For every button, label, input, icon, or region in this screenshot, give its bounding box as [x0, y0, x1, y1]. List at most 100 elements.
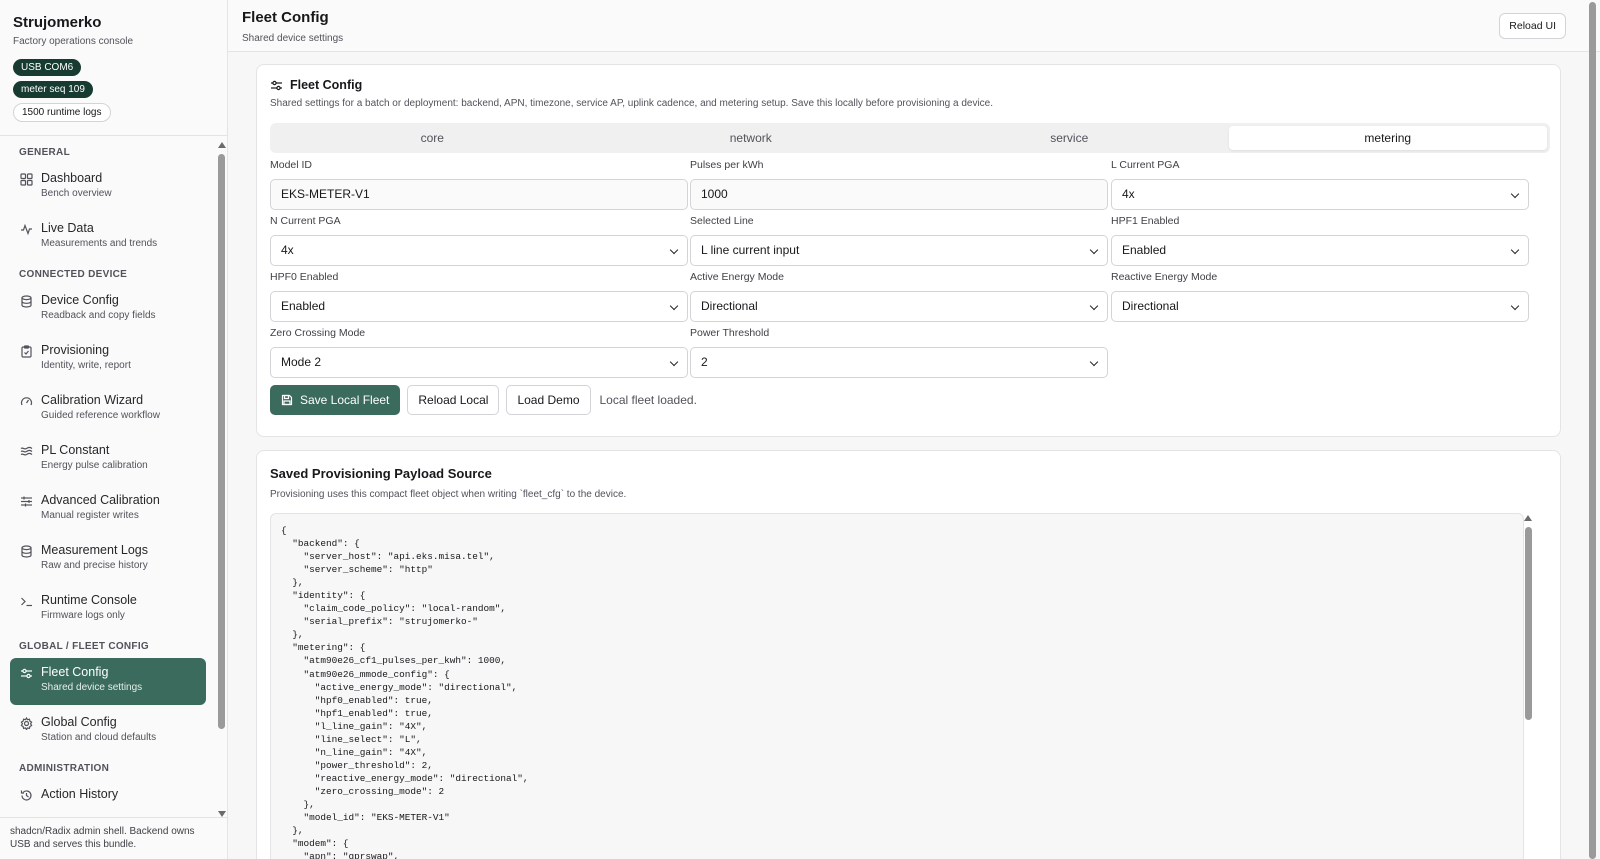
payload-code-view[interactable]: { "backend": { "server_host": "api.eks.m… — [270, 513, 1524, 859]
sidebar-item-live-data[interactable]: Live Data Measurements and trends — [10, 214, 206, 261]
fleet-config-card: Fleet Config Shared settings for a batch… — [256, 64, 1561, 437]
field-label: Active Energy Mode — [690, 271, 784, 283]
field-label: Selected Line — [690, 215, 754, 227]
sidebar-item-action-history[interactable]: Action History — [10, 780, 206, 815]
sidebar-item-provisioning[interactable]: Provisioning Identity, write, report — [10, 336, 206, 383]
clipboard-icon — [20, 345, 33, 358]
nav-section-admin: ADMINISTRATION — [19, 763, 110, 774]
payload-card: Saved Provisioning Payload Source Provis… — [256, 450, 1561, 859]
main-content: Fleet Config Shared device settings Relo… — [228, 0, 1600, 859]
status-badges: USB COM6 meter seq 109 1500 runtime logs — [0, 47, 227, 122]
sidebar-item-label: Calibration Wizard — [41, 393, 144, 407]
scroll-up-icon[interactable] — [218, 142, 226, 148]
database-icon — [20, 545, 33, 558]
sidebar-item-desc: Shared device settings — [41, 682, 143, 693]
select-value: Enabled — [1122, 243, 1167, 257]
model-id-input[interactable]: EKS-METER-V1 — [270, 179, 688, 210]
active-energy-mode-select[interactable]: Directional — [690, 291, 1108, 322]
tab-network[interactable]: network — [592, 126, 911, 150]
usb-port-badge: USB COM6 — [13, 59, 82, 76]
select-value: L line current input — [701, 243, 800, 257]
nav-section-general: GENERAL — [19, 147, 70, 158]
fleet-actions: Save Local Fleet Reload Local Load Demo … — [270, 385, 697, 415]
power-threshold-field-group: Power Threshold 2 — [690, 327, 1108, 378]
sidebar: Strujomerko Factory operations console U… — [0, 0, 228, 859]
tab-service[interactable]: service — [910, 126, 1229, 150]
chevron-down-icon — [1089, 301, 1099, 311]
history-icon — [20, 789, 33, 802]
waves-icon — [20, 445, 33, 458]
sidebar-item-pl-constant[interactable]: PL Constant Energy pulse calibration — [10, 436, 206, 483]
tab-core[interactable]: core — [273, 126, 592, 150]
field-label: HPF1 Enabled — [1111, 215, 1180, 227]
sidebar-item-calibration-wizard[interactable]: Calibration Wizard Guided reference work… — [10, 386, 206, 433]
tab-metering[interactable]: metering — [1228, 126, 1547, 150]
brand-title: Strujomerko — [13, 14, 102, 31]
activity-icon — [20, 223, 33, 236]
sidebar-item-measurement-logs[interactable]: Measurement Logs Raw and precise history — [10, 536, 206, 583]
sidebar-item-label: Measurement Logs — [41, 543, 149, 557]
chevron-down-icon — [669, 301, 679, 311]
sidebar-item-global-config[interactable]: Global Config Station and cloud defaults — [10, 708, 206, 755]
zero-crossing-mode-select[interactable]: Mode 2 — [270, 347, 688, 378]
sidebar-item-runtime-console[interactable]: Runtime Console Firmware logs only — [10, 586, 206, 633]
code-scrollbar[interactable] — [1522, 513, 1534, 859]
sidebar-item-desc: Bench overview — [41, 188, 112, 199]
sidebar-item-fleet-config[interactable]: Fleet Config Shared device settings — [10, 658, 206, 705]
scroll-up-icon[interactable] — [1524, 515, 1532, 521]
sidebar-item-label: Live Data — [41, 221, 94, 235]
chevron-down-icon — [669, 245, 679, 255]
main-scrollbar[interactable] — [1588, 0, 1598, 859]
sidebar-scroll-thumb[interactable] — [218, 154, 225, 729]
chevron-down-icon — [1089, 357, 1099, 367]
pulses-field-group: Pulses per kWh 1000 — [690, 159, 1108, 210]
l-pga-field-group: L Current PGA 4x — [1111, 159, 1529, 210]
sidebar-item-device-config[interactable]: Device Config Readback and copy fields — [10, 286, 206, 333]
n-current-pga-select[interactable]: 4x — [270, 235, 688, 266]
main-scroll-thumb[interactable] — [1589, 2, 1596, 859]
reactive-energy-mode-select[interactable]: Directional — [1111, 291, 1529, 322]
chevron-down-icon — [1510, 245, 1520, 255]
select-value: 4x — [281, 243, 294, 257]
sidebar-item-label: Action History — [41, 787, 119, 801]
code-scroll-thumb[interactable] — [1525, 527, 1532, 720]
nav-section-connected: CONNECTED DEVICE — [19, 269, 128, 280]
chevron-down-icon — [1510, 301, 1520, 311]
sidebar-item-dashboard[interactable]: Dashboard Bench overview — [10, 164, 206, 211]
hpf0-enabled-select[interactable]: Enabled — [270, 291, 688, 322]
sidebar-scrollbar[interactable] — [216, 142, 226, 817]
sidebar-footer: shadcn/Radix admin shell. Backend owns U… — [0, 817, 227, 859]
card-header: Fleet Config — [270, 78, 362, 92]
field-label: Pulses per kWh — [690, 159, 764, 171]
n-pga-field-group: N Current PGA 4x — [270, 215, 688, 266]
power-threshold-select[interactable]: 2 — [690, 347, 1108, 378]
sidebar-item-label: Runtime Console — [41, 593, 137, 607]
sidebar-item-label: Provisioning — [41, 343, 110, 357]
load-demo-button[interactable]: Load Demo — [506, 385, 591, 415]
field-label: Power Threshold — [690, 327, 770, 339]
model-id-field-group: Model ID EKS-METER-V1 — [270, 159, 688, 210]
settings-sliders-icon — [20, 667, 33, 680]
hpf1-enabled-select[interactable]: Enabled — [1111, 235, 1529, 266]
payload-title: Saved Provisioning Payload Source — [270, 466, 492, 481]
payload-description: Provisioning uses this compact fleet obj… — [270, 489, 627, 500]
sidebar-item-advanced-calibration[interactable]: Advanced Calibration Manual register wri… — [10, 486, 206, 533]
sidebar-item-desc: Readback and copy fields — [41, 310, 156, 321]
sidebar-item-desc: Guided reference workflow — [41, 410, 160, 421]
sidebar-item-desc: Measurements and trends — [41, 238, 158, 249]
sidebar-divider — [0, 135, 227, 136]
pulses-per-kwh-input[interactable]: 1000 — [690, 179, 1108, 210]
sidebar-item-desc: Raw and precise history — [41, 560, 148, 571]
reload-local-button[interactable]: Reload Local — [407, 385, 500, 415]
zero-crossing-field-group: Zero Crossing Mode Mode 2 — [270, 327, 688, 378]
field-label: Reactive Energy Mode — [1111, 271, 1218, 283]
save-local-fleet-button[interactable]: Save Local Fleet — [270, 385, 401, 415]
sidebar-item-label: Fleet Config — [41, 665, 109, 679]
select-value: Enabled — [281, 299, 326, 313]
select-value: Directional — [1122, 299, 1179, 313]
gear-icon — [20, 717, 33, 730]
reload-ui-button[interactable]: Reload UI — [1499, 13, 1566, 39]
selected-line-select[interactable]: L line current input — [690, 235, 1108, 266]
sidebar-item-label: Device Config — [41, 293, 119, 307]
l-current-pga-select[interactable]: 4x — [1111, 179, 1529, 210]
